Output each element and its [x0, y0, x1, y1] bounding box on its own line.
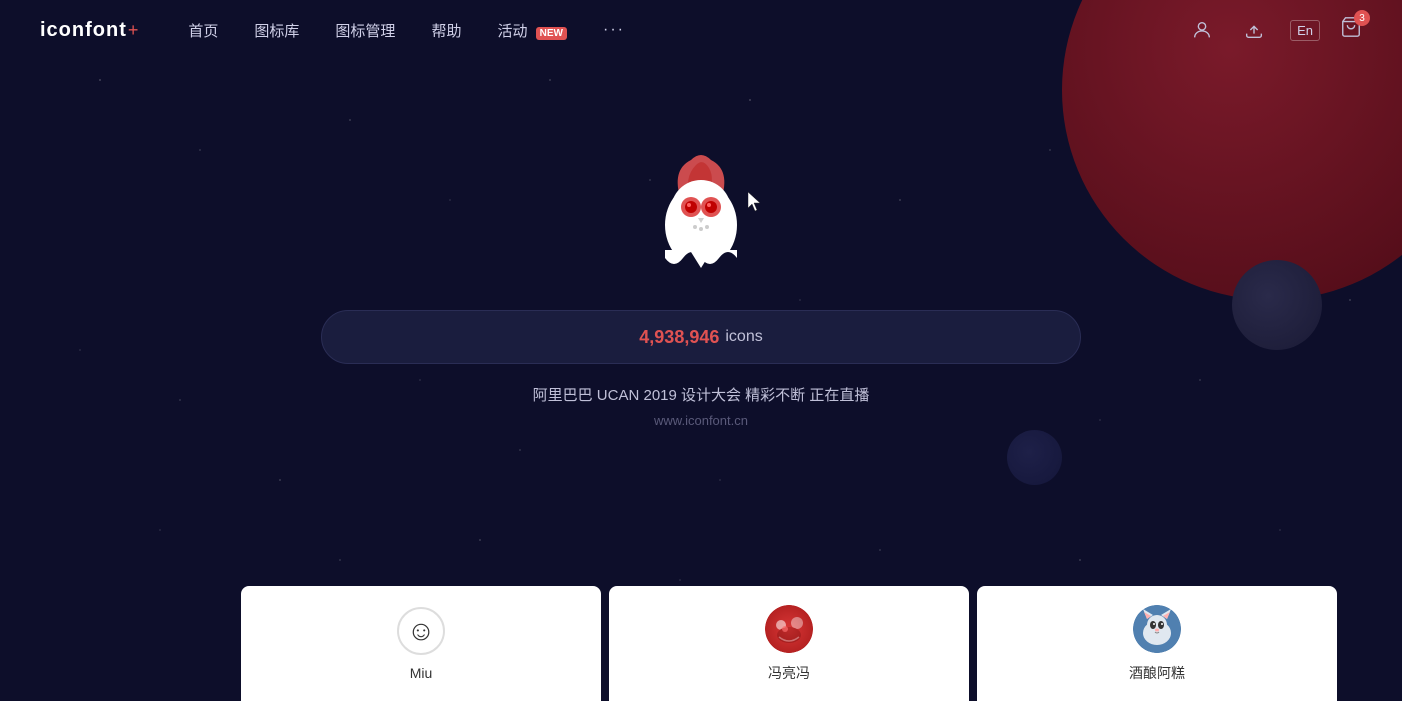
nav-links: 首页 图标库 图标管理 帮助 活动 NEW ···	[188, 20, 1186, 41]
avatar-jiujiu	[1133, 605, 1181, 653]
cart-icon[interactable]: 3	[1340, 16, 1362, 44]
mascot-icon	[641, 140, 761, 280]
card-fengliang[interactable]: 冯亮冯	[609, 586, 969, 701]
nav-library[interactable]: 图标库	[254, 20, 299, 41]
nav-help[interactable]: 帮助	[431, 20, 461, 41]
nav-home[interactable]: 首页	[188, 20, 218, 41]
logo[interactable]: iconfont +	[40, 19, 138, 42]
hero-section: 4,938,946 icons 阿里巴巴 UCAN 2019 设计大会 精彩不断…	[0, 60, 1402, 428]
planet-medium-right	[1007, 430, 1062, 485]
navbar: iconfont + 首页 图标库 图标管理 帮助 活动 NEW ···	[0, 0, 1402, 60]
card-miu[interactable]: ☺ Miu	[241, 586, 601, 701]
cart-badge: 3	[1354, 10, 1370, 26]
nav-more-dots[interactable]: ···	[603, 21, 625, 39]
icon-count: 4,938,946	[639, 327, 719, 348]
user-icon[interactable]	[1186, 14, 1218, 46]
avatar-fengliang	[765, 605, 813, 653]
search-bar[interactable]: 4,938,946 icons	[321, 310, 1081, 364]
logo-text: iconfont	[40, 19, 127, 42]
card-fengliang-name: 冯亮冯	[768, 663, 810, 683]
icon-label: icons	[725, 328, 762, 346]
nav-right: En 3	[1186, 14, 1362, 46]
cards-section: ☺ Miu	[0, 586, 1402, 701]
avatar-miu: ☺	[397, 607, 445, 655]
nav-activity[interactable]: 活动 NEW	[497, 20, 567, 41]
promo-text: 阿里巴巴 UCAN 2019 设计大会 精彩不断 正在直播	[533, 384, 870, 405]
website-url: www.iconfont.cn	[654, 413, 748, 428]
activity-badge: NEW	[536, 27, 567, 40]
nav-manage[interactable]: 图标管理	[335, 20, 395, 41]
card-jiujiu-name: 酒酿阿糕	[1129, 663, 1185, 683]
card-miu-name: Miu	[410, 665, 433, 681]
upload-icon[interactable]	[1238, 14, 1270, 46]
card-jiujiu[interactable]: 酒酿阿糕	[977, 586, 1337, 701]
logo-plus: +	[128, 20, 139, 41]
lang-toggle[interactable]: En	[1290, 20, 1320, 41]
